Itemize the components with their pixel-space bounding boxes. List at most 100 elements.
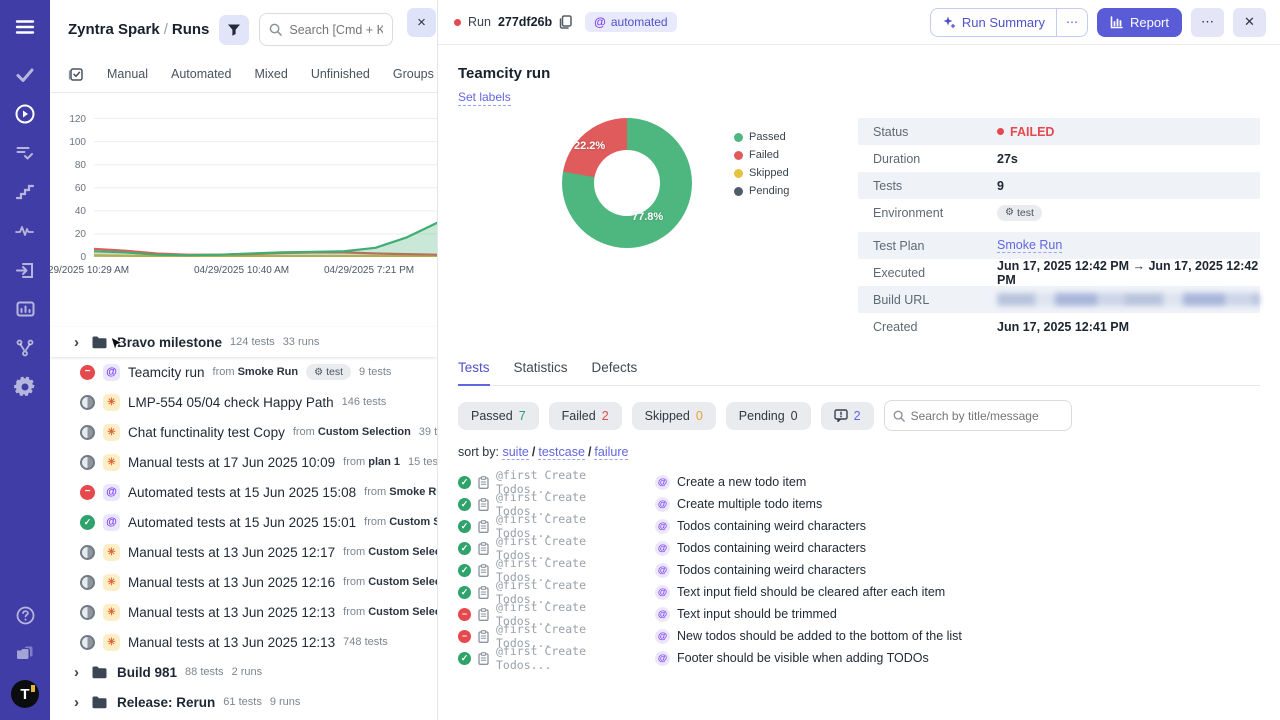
run-detail-body: Teamcity run Set labels 22.2% 77.8% Pass… <box>438 45 1280 669</box>
report-label: Report <box>1129 14 1169 30</box>
filter-comments-button[interactable]: 2 <box>820 401 874 430</box>
select-all-icon[interactable] <box>68 66 84 82</box>
run-type-icon: ✳ <box>103 453 120 471</box>
folder-title: Bravo milestone <box>117 334 223 350</box>
run-row[interactable]: ✳ Manual tests at 13 Jun 2025 12:13 from… <box>50 597 437 627</box>
runs-search[interactable] <box>259 13 393 46</box>
settings-gear-icon[interactable] <box>12 374 38 400</box>
test-status-icon <box>458 519 471 533</box>
runs-play-icon[interactable] <box>12 101 38 127</box>
test-status-icon <box>458 651 471 665</box>
status-icon <box>80 574 95 590</box>
tab-tests[interactable]: Tests <box>458 360 490 386</box>
hamburger-menu-icon[interactable] <box>12 14 38 40</box>
test-plan-link[interactable]: Smoke Run <box>997 238 1063 253</box>
run-detail-header: Run 277df26b @ automated Run Summary ⋯ R… <box>438 0 1280 45</box>
run-row[interactable]: @ Automated tests at 15 Jun 2025 15:08 f… <box>50 477 437 507</box>
legend-item: Failed <box>734 149 789 161</box>
run-title: Manual tests at 17 Jun 2025 10:09 <box>128 454 336 470</box>
folder-row[interactable]: › Build 981 88 tests 2 runs <box>50 657 437 687</box>
run-row[interactable]: ✳ Manual tests at 13 Jun 2025 12:16 from… <box>50 567 437 597</box>
folder-runs-count: 33 runs <box>282 336 320 348</box>
automated-badge[interactable]: @ automated <box>585 12 677 32</box>
sort-by-failure-link[interactable]: failure <box>594 445 629 460</box>
tests-check-icon[interactable] <box>12 62 38 88</box>
chevron-right-icon[interactable]: › <box>74 695 84 710</box>
filter-pending-button[interactable]: Pending 0 <box>725 401 811 430</box>
clipboard-icon <box>478 585 489 599</box>
legend-dot <box>734 150 743 160</box>
run-title: Automated tests at 15 Jun 2025 15:08 <box>128 484 357 500</box>
import-signin-icon[interactable] <box>12 257 38 283</box>
help-icon[interactable] <box>12 602 38 628</box>
branches-icon[interactable] <box>12 335 38 361</box>
filter-button[interactable] <box>219 14 250 45</box>
tests-search-input[interactable] <box>910 408 1063 423</box>
breadcrumb: Zyntra Spark / Runs <box>68 21 209 38</box>
tab-defects[interactable]: Defects <box>592 360 638 385</box>
run-type-icon: @ <box>103 513 120 531</box>
copy-icon[interactable] <box>559 15 572 29</box>
automated-icon: @ <box>594 15 606 29</box>
sort-by-suite-link[interactable]: suite <box>502 445 529 460</box>
run-row[interactable]: ✳ Manual tests at 17 Jun 2025 10:09 from… <box>50 447 437 477</box>
chevron-right-icon[interactable]: › <box>74 665 84 680</box>
test-row[interactable]: @first Create Todos... @ Footer should b… <box>458 644 1260 669</box>
tests-search[interactable] <box>883 400 1072 431</box>
tab-manual[interactable]: Manual <box>107 67 148 81</box>
legend-item: Pending <box>734 185 789 197</box>
automated-icon: @ <box>655 562 670 578</box>
run-row[interactable]: ✳ Chat functinality test Copy from Custo… <box>50 417 437 447</box>
analytics-board-icon[interactable] <box>12 296 38 322</box>
run-source: from plan 1 <box>343 456 401 468</box>
tab-automated[interactable]: Automated <box>171 67 231 81</box>
run-summary-more-button[interactable]: ⋯ <box>1055 8 1087 36</box>
report-button[interactable]: Report <box>1096 7 1182 37</box>
test-plans-icon[interactable] <box>12 140 38 166</box>
chevron-right-icon[interactable]: › <box>74 335 84 350</box>
automated-icon: @ <box>655 540 670 556</box>
test-suite: @first Create Todos... <box>496 644 587 669</box>
run-source: from Custom Selection <box>364 516 437 528</box>
milestone-row[interactable]: › Bravo milestone 124 tests 33 runs <box>50 327 437 357</box>
run-summary-button[interactable]: Run Summary <box>931 9 1056 36</box>
pulse-activity-icon[interactable] <box>12 218 38 244</box>
logo-accent <box>31 685 35 692</box>
folder-tests-count: 61 tests <box>223 696 262 708</box>
filter-failed-button[interactable]: Failed 2 <box>548 401 622 430</box>
search-input[interactable] <box>289 22 383 37</box>
run-title: Manual tests at 13 Jun 2025 12:13 <box>128 604 336 620</box>
tab-statistics[interactable]: Statistics <box>514 360 568 385</box>
folder-row[interactable]: › Release: Rerun 61 tests 9 runs <box>50 687 437 717</box>
run-title: Teamcity run <box>128 364 205 380</box>
tab-mixed[interactable]: Mixed <box>254 67 287 81</box>
sort-by-testcase-link[interactable]: testcase <box>538 445 585 460</box>
run-tests-count: 15 tests <box>408 456 437 468</box>
run-row[interactable]: ✳ Manual tests at 13 Jun 2025 12:17 from… <box>50 537 437 567</box>
tab-groups[interactable]: Groups <box>393 67 434 81</box>
close-detail-button[interactable]: ✕ <box>1233 7 1266 37</box>
projects-folder-icon[interactable] <box>12 641 38 667</box>
tab-unfinished[interactable]: Unfinished <box>311 67 370 81</box>
funnel-icon <box>227 23 241 37</box>
test-title: Todos containing weird characters <box>677 541 866 555</box>
clipboard-icon <box>478 651 489 665</box>
sparkle-icon <box>942 15 956 29</box>
status-icon <box>80 484 95 500</box>
filter-passed-button[interactable]: Passed 7 <box>458 401 539 430</box>
more-actions-button[interactable]: ⋯ <box>1191 7 1224 37</box>
run-row[interactable]: ✳ Manual tests at 13 Jun 2025 12:13 748 … <box>50 627 437 657</box>
run-row[interactable]: ✳ LMP-554 05/04 check Happy Path 146 tes… <box>50 387 437 417</box>
run-row[interactable]: @ Automated tests at 15 Jun 2025 15:01 f… <box>50 507 437 537</box>
clipboard-icon <box>478 629 489 643</box>
app-logo[interactable]: T <box>11 680 39 708</box>
set-labels-link[interactable]: Set labels <box>458 90 511 106</box>
milestones-steps-icon[interactable] <box>12 179 38 205</box>
run-row[interactable]: @ Teamcity run from Smoke Run ⚙test 9 te… <box>50 357 437 387</box>
close-panel-button[interactable]: × <box>407 8 436 37</box>
filter-skipped-button[interactable]: Skipped 0 <box>631 401 716 430</box>
run-id: 277df26b <box>497 15 553 29</box>
run-detail-panel: Run 277df26b @ automated Run Summary ⋯ R… <box>438 0 1280 720</box>
run-type-icon: ✳ <box>103 393 120 411</box>
run-type-icon: @ <box>103 363 120 381</box>
